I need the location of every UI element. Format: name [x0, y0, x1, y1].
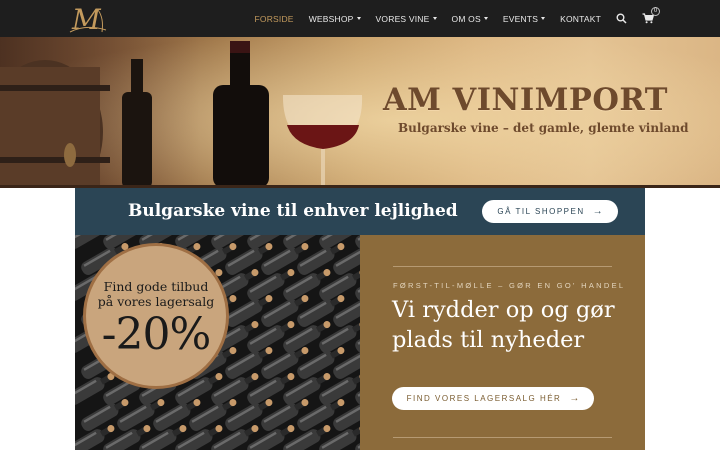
banner-heading: Bulgarske vine til enhver lejlighed: [128, 201, 458, 221]
divider: [393, 437, 612, 438]
nav-item-vores-vine[interactable]: VORES VINE: [376, 14, 437, 24]
cart-button[interactable]: 0: [642, 7, 660, 24]
hero-banner: AM VINIMPORT Bulgarske vine – det gamle,…: [0, 37, 720, 188]
promo-kicker: FØRST-TIL-MØLLE – GØR EN GO' HANDEL: [393, 281, 626, 290]
promo-heading: Vi rydder op og gør plads til nyheder: [392, 297, 615, 353]
main-nav: FORSIDE WEBSHOP VORES VINE OM OS EVENTS …: [240, 0, 660, 37]
divider: [393, 266, 612, 267]
arrow-right-icon: →: [569, 393, 580, 404]
clearance-sale-panel: FØRST-TIL-MØLLE – GØR EN GO' HANDEL Vi r…: [360, 235, 645, 450]
badge-percent: -20%: [101, 309, 212, 360]
nav-label: OM OS: [451, 13, 481, 24]
cart-count-badge: 0: [651, 7, 660, 16]
arrow-right-icon: →: [592, 206, 603, 217]
nav-label: FORSIDE: [254, 13, 294, 24]
nav-item-om-os[interactable]: OM OS: [452, 14, 488, 24]
chevron-down-icon: [432, 17, 437, 20]
chevron-down-icon: [483, 17, 488, 20]
shop-banner: Bulgarske vine til enhver lejlighed GÅ T…: [75, 188, 645, 235]
nav-item-webshop[interactable]: WEBSHOP: [309, 14, 361, 24]
discount-badge: Find gode tilbud på vores lagersalg -20%: [83, 243, 229, 389]
badge-line-2: på vores lagersalg: [97, 294, 215, 309]
nav-label: EVENTS: [502, 13, 539, 24]
chevron-down-icon: [356, 17, 361, 20]
badge-line-1: Find gode tilbud: [103, 279, 209, 294]
search-icon: [616, 13, 627, 24]
svg-text:M: M: [71, 3, 102, 36]
nav-item-forside[interactable]: FORSIDE: [255, 14, 294, 24]
search-button[interactable]: [616, 13, 627, 24]
nav-label: VORES VINE: [375, 13, 430, 24]
chevron-down-icon: [541, 17, 546, 20]
nav-label: KONTAKT: [560, 13, 601, 24]
brand-logo[interactable]: M: [66, 2, 112, 36]
nav-item-events[interactable]: EVENTS: [502, 13, 546, 24]
hero-subtitle: Bulgarske vine – det gamle, glemte vinla…: [398, 121, 689, 135]
button-label: FIND VORES LAGERSALG HÉR: [406, 394, 562, 403]
hero-title: AM VINIMPORT: [383, 82, 668, 118]
button-label: GÅ TIL SHOPPEN: [497, 207, 585, 216]
nav-label: WEBSHOP: [308, 13, 354, 24]
header-navbar: M FORSIDE WEBSHOP VORES VINE OM OS EVENT…: [0, 0, 720, 37]
go-to-shop-button[interactable]: GÅ TIL SHOPPEN →: [482, 200, 618, 223]
find-clearance-sale-button[interactable]: FIND VORES LAGERSALG HÉR →: [392, 387, 594, 410]
nav-item-kontakt[interactable]: KONTAKT: [560, 14, 601, 24]
